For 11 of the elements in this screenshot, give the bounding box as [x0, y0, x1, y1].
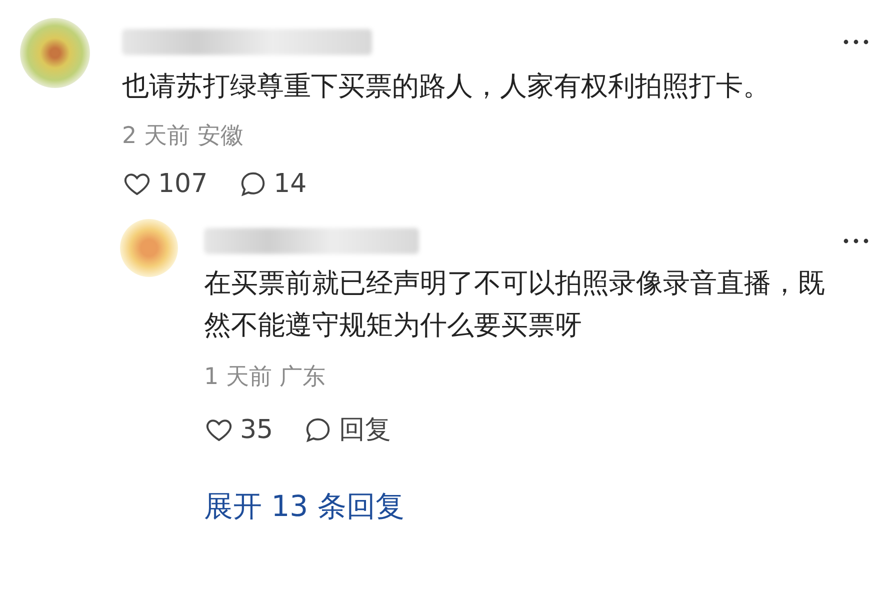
- reply-meta: 1 天前 广东: [204, 363, 326, 392]
- reply-text: 在买票前就已经声明了不可以拍照录像录音直播，既然不能遵守规矩为什么要买票呀: [204, 267, 826, 343]
- like-button[interactable]: 107: [122, 169, 208, 199]
- reply-count-button[interactable]: 14: [238, 169, 307, 199]
- like-button[interactable]: 35: [204, 414, 274, 444]
- comment-text: 也请苏打绿尊重下买票的路人，人家有权利拍照打卡。: [122, 70, 771, 104]
- expand-replies-link[interactable]: 展开 13 条回复: [204, 487, 404, 527]
- more-options-icon[interactable]: [843, 238, 869, 244]
- reply-button[interactable]: 回复: [303, 412, 392, 447]
- more-options-icon[interactable]: [843, 39, 869, 45]
- comment-meta: 2 天前 安徽: [122, 122, 244, 151]
